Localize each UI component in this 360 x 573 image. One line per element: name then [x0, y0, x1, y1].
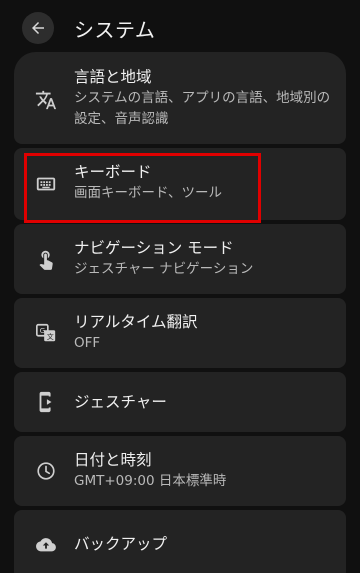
- top-app-bar: システム: [0, 0, 360, 56]
- svg-text:G: G: [40, 326, 46, 335]
- settings-item-gestures[interactable]: ジェスチャー: [14, 372, 346, 432]
- translate-icon: [34, 88, 58, 112]
- settings-item-backup[interactable]: バックアップ: [14, 510, 346, 573]
- gesture-phone-icon: [34, 390, 58, 414]
- gesture-hand-icon: [34, 247, 58, 271]
- page-title: システム: [74, 18, 156, 42]
- settings-item-live-translate[interactable]: G 文 リアルタイム翻訳 OFF: [14, 298, 346, 368]
- settings-item-date-time[interactable]: 日付と時刻 GMT+09:00 日本標準時: [14, 436, 346, 506]
- item-title: バックアップ: [74, 535, 168, 553]
- item-title: ジェスチャー: [74, 393, 167, 411]
- item-subtitle: ジェスチャー ナビゲーション: [74, 261, 254, 277]
- settings-item-language[interactable]: 言語と地域 システムの言語、アプリの言語、地域別の設定、音声認識: [14, 52, 346, 144]
- settings-item-navigation-mode[interactable]: ナビゲーション モード ジェスチャー ナビゲーション: [14, 224, 346, 294]
- item-subtitle: GMT+09:00 日本標準時: [74, 473, 227, 489]
- live-translate-icon: G 文: [34, 321, 58, 345]
- item-subtitle: OFF: [74, 335, 101, 351]
- item-title: リアルタイム翻訳: [74, 313, 198, 331]
- settings-screen: システム 言語と地域 システムの言語、アプリの言語、地域別の設定、音声認識 キー…: [0, 0, 360, 573]
- selection-highlight-box: [24, 153, 261, 223]
- clock-icon: [34, 459, 58, 483]
- item-subtitle: システムの言語、アプリの言語、地域別の設定、音声認識: [74, 90, 331, 127]
- back-button[interactable]: [22, 12, 54, 44]
- cloud-backup-icon: [34, 533, 58, 557]
- item-title: ナビゲーション モード: [74, 239, 234, 257]
- item-title: 言語と地域: [74, 68, 152, 86]
- svg-text:文: 文: [47, 332, 54, 341]
- item-title: 日付と時刻: [74, 451, 152, 469]
- arrow-back-icon: [32, 22, 44, 34]
